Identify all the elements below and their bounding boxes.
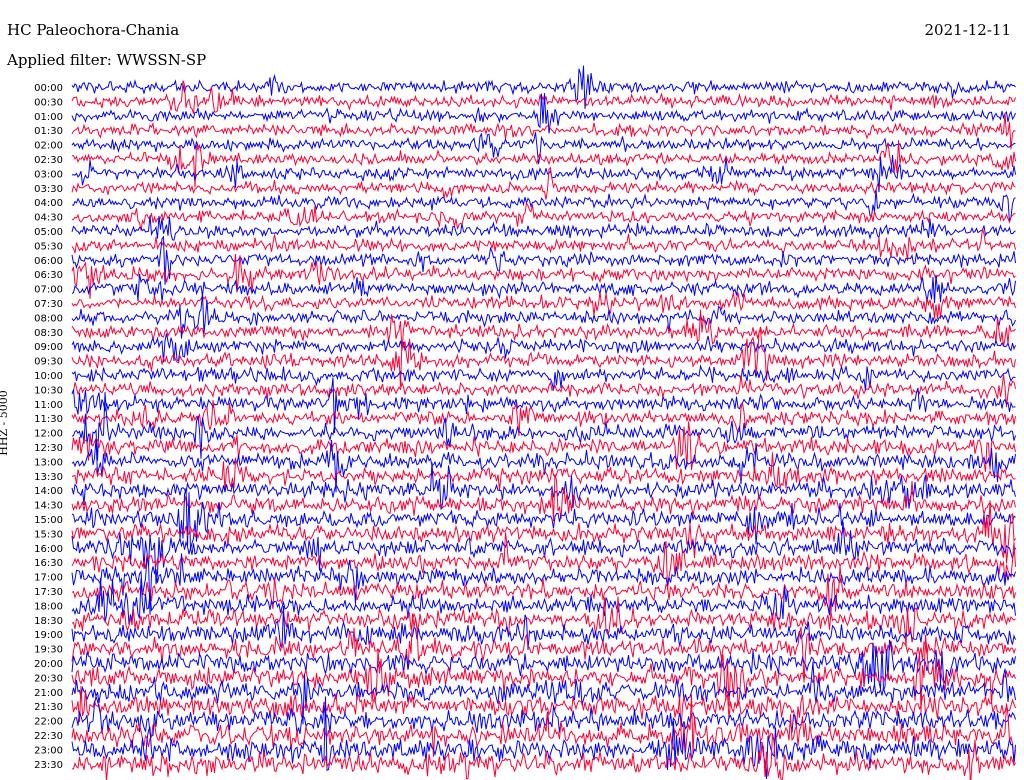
row-label: 22:30	[34, 731, 63, 742]
row-label: 00:00	[34, 83, 63, 94]
row-label: 13:00	[34, 457, 63, 468]
trace-1000	[71, 364, 1016, 391]
row-label-group: 00:00 00:30 01:00 01:30 02:00 02:30 03:00 03:30…	[34, 83, 63, 771]
row-label: 14:30	[34, 501, 63, 512]
row-label: 21:00	[34, 688, 63, 699]
row-label: 17:00	[34, 573, 63, 584]
row-label: 21:30	[34, 702, 63, 713]
row-label: 07:00	[34, 285, 63, 296]
row-label: 20:00	[34, 659, 63, 670]
row-label: 03:30	[34, 184, 63, 195]
trace-0500	[71, 215, 1016, 241]
row-label: 09:30	[34, 357, 63, 368]
helicorder-plot: 00:00 00:30 01:00 01:30 02:00 02:30 03:00 03:30…	[34, 65, 1016, 780]
row-label: 13:30	[34, 472, 63, 483]
row-label: 06:30	[34, 270, 63, 281]
row-label: 17:30	[34, 587, 63, 598]
row-label: 01:00	[34, 112, 63, 123]
row-label: 15:30	[34, 529, 63, 540]
trace-1500	[71, 488, 1016, 550]
row-label: 08:30	[34, 328, 63, 339]
row-label: 18:00	[34, 601, 63, 612]
row-label: 23:00	[34, 745, 63, 756]
trace-0530	[71, 228, 1016, 261]
row-label: 04:30	[34, 213, 63, 224]
row-label: 18:30	[34, 616, 63, 627]
row-label: 10:30	[34, 385, 63, 396]
row-label: 15:00	[34, 515, 63, 526]
row-label: 09:00	[34, 342, 63, 353]
row-label: 22:00	[34, 717, 63, 728]
row-label: 03:00	[34, 169, 63, 180]
row-label: 23:30	[34, 760, 63, 771]
row-label: 02:30	[34, 155, 63, 166]
trace-0930	[71, 327, 1016, 387]
row-label: 01:30	[34, 126, 63, 137]
row-label: 07:30	[34, 299, 63, 310]
row-label: 16:30	[34, 558, 63, 569]
row-label: 20:30	[34, 673, 63, 684]
trace-0700	[71, 273, 1016, 304]
trace-group	[71, 65, 1016, 780]
row-label: 08:00	[34, 313, 63, 324]
trace-1430	[71, 474, 1016, 522]
row-label: 19:30	[34, 645, 63, 656]
trace-1730	[71, 566, 1016, 614]
row-label: 12:30	[34, 443, 63, 454]
row-label: 10:00	[34, 371, 63, 382]
row-label: 04:00	[34, 198, 63, 209]
row-label: 14:00	[34, 486, 63, 497]
row-label: 02:00	[34, 141, 63, 152]
row-label: 05:00	[34, 227, 63, 238]
row-label: 06:00	[34, 256, 63, 267]
row-label: 12:00	[34, 429, 63, 440]
row-label: 19:00	[34, 630, 63, 641]
row-label: 11:00	[34, 400, 63, 411]
row-label: 05:30	[34, 241, 63, 252]
trace-0230	[71, 140, 1016, 188]
row-label: 11:30	[34, 414, 63, 425]
row-label: 16:00	[34, 544, 63, 555]
row-label: 00:30	[34, 97, 63, 108]
trace-1300	[71, 438, 1016, 493]
